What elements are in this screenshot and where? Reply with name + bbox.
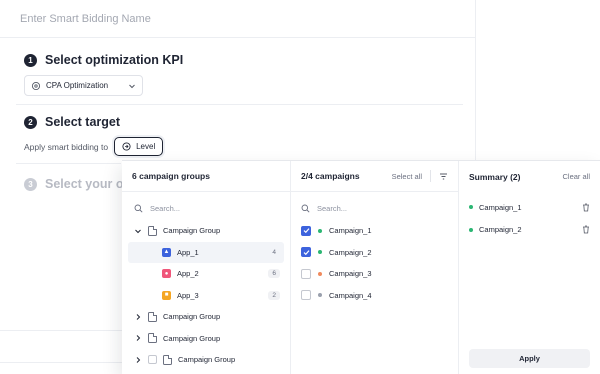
campaign-label: Campaign_4 [329,290,372,300]
level-button[interactable]: Level [114,137,164,156]
app-count-badge: 2 [268,290,280,300]
campaign-group-label: Campaign Group [163,226,221,236]
step-1-number: 1 [24,53,37,67]
app-label: App_2 [177,269,199,279]
divider [0,362,122,363]
campaigns-search[interactable]: Search... [291,196,458,220]
campaign-checkbox[interactable] [301,268,311,279]
summary-item-label: Campaign_1 [479,202,522,212]
summary-header: Summary (2) Clear all [459,161,600,192]
app-row-app-3[interactable]: ■ App_3 2 [122,285,290,307]
groups-search[interactable]: Search... [122,196,290,220]
step-2-number: 2 [24,115,37,129]
kpi-select[interactable]: CPA Optimization [24,75,143,96]
summary-title: Summary (2) [469,171,521,182]
step-2-title: Select target [45,115,121,129]
app-blue-icon: ▲ [162,247,171,257]
chevron-right-icon[interactable] [134,334,142,342]
campaigns-header: 2/4 campaigns Select all [291,161,458,192]
search-icon [134,204,143,213]
search-icon [301,204,310,213]
campaign-checkbox[interactable] [301,290,311,301]
kpi-select-value: CPA Optimization [46,81,109,90]
campaign-row[interactable]: Campaign_2 [291,242,458,264]
status-dot [318,293,322,298]
level-icon [122,142,131,151]
app-label: App_1 [177,247,199,257]
checkmark-icon [303,228,309,234]
campaign-group-label: Campaign Group [163,333,221,343]
chevron-right-icon[interactable] [134,356,142,364]
campaign-row[interactable]: Campaign_3 [291,263,458,285]
campaign-checkbox-checked[interactable] [301,225,311,236]
step-2: 2 Select target [24,115,120,129]
filter-icon[interactable] [439,172,448,181]
group-checkbox[interactable] [148,355,157,365]
apply-to-row: Apply smart bidding to Level [24,137,164,156]
summary-item: Campaign_1 [459,196,600,219]
chevron-right-icon[interactable] [134,313,142,321]
campaign-group-label: Campaign Group [178,355,236,365]
app-row-app-2[interactable]: ● App_2 6 [122,263,290,285]
campaign-group-row[interactable]: Campaign Group [122,328,290,350]
groups-search-placeholder: Search... [150,203,181,213]
divider [16,104,463,105]
app-count-badge: 6 [268,269,280,279]
campaigns-search-placeholder: Search... [317,203,348,213]
campaign-group-label: Campaign Group [163,312,221,322]
target-selector-dropdown: 6 campaign groups Search... Campaign Gro… [122,160,600,374]
campaign-row[interactable]: Campaign_4 [291,285,458,307]
summary-column: Summary (2) Clear all Campaign_1 Campaig… [459,161,600,374]
status-dot [469,227,473,232]
summary-item-label: Campaign_2 [479,225,522,235]
smart-bidding-name-input[interactable] [0,0,475,38]
app-count-badge: 4 [272,248,276,256]
trash-icon[interactable] [582,203,590,212]
chevron-down-icon[interactable] [134,227,142,235]
campaign-groups-header: 6 campaign groups [122,161,290,192]
campaigns-title: 2/4 campaigns [301,171,360,181]
apply-button[interactable]: Apply [469,349,590,368]
app-pink-icon: ● [162,269,171,279]
divider [430,170,431,182]
smart-bidding-name-field[interactable] [0,0,475,38]
status-dot [318,250,322,255]
folder-icon [148,225,157,236]
folder-icon [148,333,157,344]
campaign-checkbox-checked[interactable] [301,247,311,258]
campaign-group-row[interactable]: Campaign Group [122,349,290,371]
campaign-groups-title: 6 campaign groups [132,171,210,181]
app-label: App_3 [177,290,199,300]
campaign-label: Campaign_1 [329,226,372,236]
campaign-label: Campaign_3 [329,269,372,279]
side-panel [475,0,600,160]
folder-icon [163,354,172,365]
status-dot [318,271,322,276]
kpi-icon [31,81,41,90]
campaign-group-row[interactable]: Campaign Group [122,220,290,242]
clear-all-button[interactable]: Clear all [562,172,590,181]
summary-item: Campaign_2 [459,219,600,242]
campaign-groups-column: 6 campaign groups Search... Campaign Gro… [122,161,291,374]
step-3-number: 3 [24,177,37,191]
divider [16,163,121,164]
select-all-button[interactable]: Select all [392,172,422,181]
checkmark-icon [303,249,309,255]
status-dot [318,228,322,233]
status-dot [469,205,473,210]
apply-to-label: Apply smart bidding to [24,141,109,152]
app-row-app-1[interactable]: ▲ App_1 4 [128,241,284,263]
divider [0,330,122,331]
trash-icon[interactable] [582,225,590,234]
campaign-row[interactable]: Campaign_1 [291,220,458,242]
app-orange-icon: ■ [162,290,171,300]
chevron-down-icon [129,84,135,88]
campaign-group-row[interactable]: Campaign Group [122,306,290,328]
step-1-title: Select optimization KPI [45,53,184,67]
folder-icon [148,311,157,322]
level-button-label: Level [136,142,156,151]
campaign-label: Campaign_2 [329,247,372,257]
step-1: 1 Select optimization KPI [24,53,183,67]
campaigns-column: 2/4 campaigns Select all Search... Campa… [291,161,459,374]
